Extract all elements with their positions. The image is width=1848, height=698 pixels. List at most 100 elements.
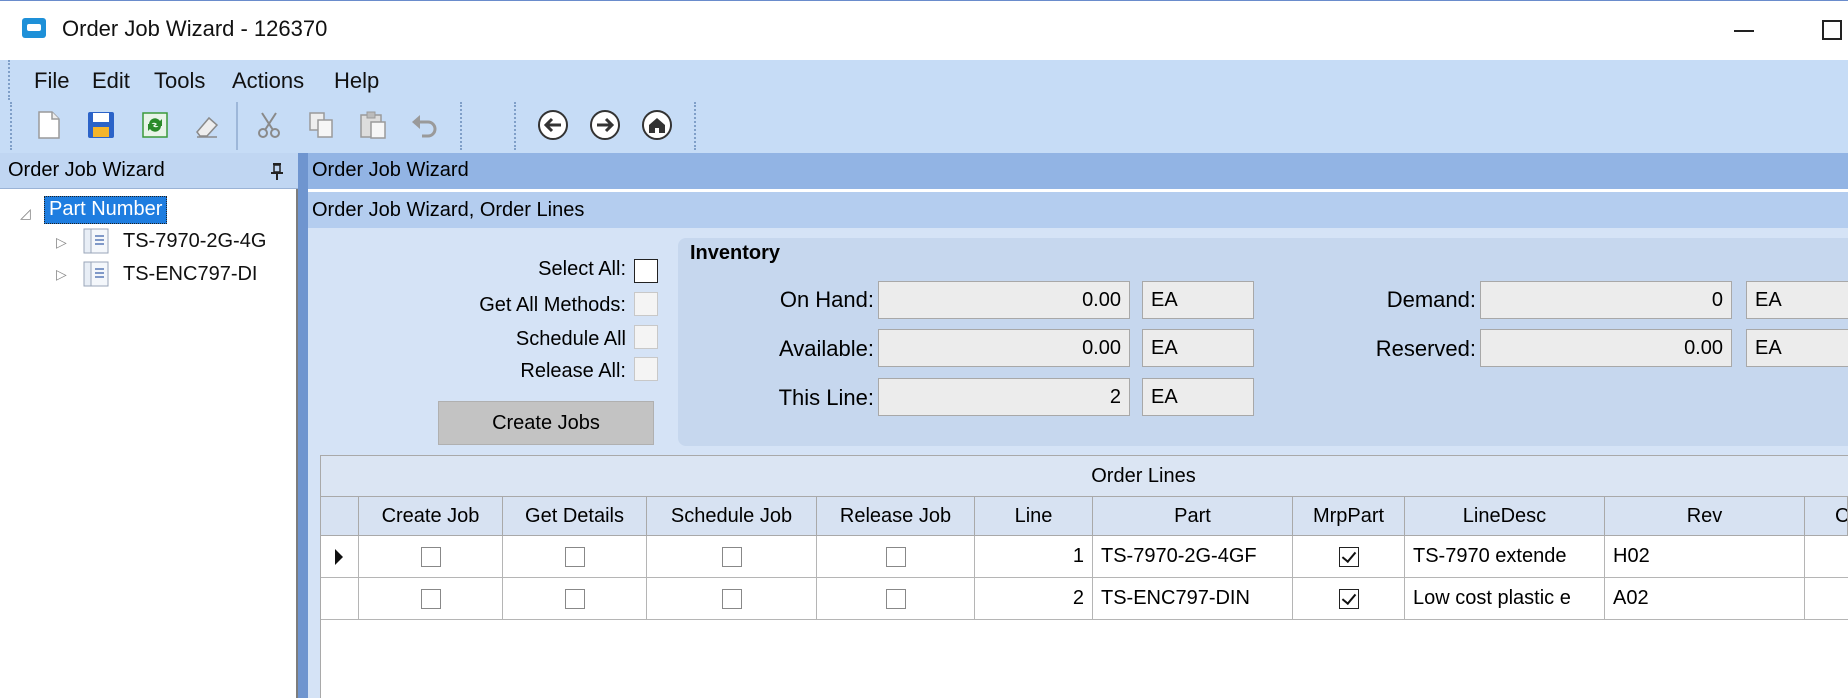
copy-icon[interactable]: [304, 108, 338, 142]
tree-node-part[interactable]: TS-ENC797-DI: [123, 263, 257, 286]
on-hand-field[interactable]: 0.00: [878, 281, 1130, 319]
menu-edit[interactable]: Edit: [92, 68, 130, 94]
column-header-schedule-job[interactable]: Schedule Job: [647, 496, 817, 536]
new-icon[interactable]: [32, 108, 66, 142]
reserved-uom-field[interactable]: EA: [1746, 329, 1848, 367]
toolbar-grip-3[interactable]: [514, 102, 518, 150]
schedule-all-checkbox[interactable]: [634, 325, 658, 349]
paste-icon[interactable]: [356, 108, 390, 142]
available-label: Available:: [779, 336, 874, 361]
demand-field[interactable]: 0: [1480, 281, 1732, 319]
table-cell[interactable]: [1293, 536, 1405, 578]
schedule-job-checkbox[interactable]: [721, 546, 742, 567]
create-jobs-button[interactable]: Create Jobs: [438, 401, 654, 445]
on-hand-label: On Hand:: [779, 287, 874, 312]
tree-node-part[interactable]: TS-7970-2G-4G: [123, 230, 266, 253]
toolbar-grip[interactable]: [10, 102, 14, 150]
column-header-rev[interactable]: Rev: [1605, 496, 1805, 536]
available-uom-field[interactable]: EA: [1142, 329, 1254, 367]
minimize-button[interactable]: [1730, 14, 1760, 44]
release-job-checkbox[interactable]: [885, 588, 906, 609]
table-cell[interactable]: [359, 578, 503, 620]
release-job-checkbox[interactable]: [885, 546, 906, 567]
line-cell[interactable]: 2: [975, 578, 1093, 620]
mrppart-checkbox[interactable]: [1338, 546, 1359, 567]
column-header-create-job[interactable]: Create Job: [359, 496, 503, 536]
grid-corner-header: [321, 496, 359, 536]
select-all-checkbox[interactable]: [634, 259, 658, 283]
table-cell[interactable]: [817, 536, 975, 578]
on-hand-uom-field[interactable]: EA: [1142, 281, 1254, 319]
toolbar-grip-4[interactable]: [694, 102, 698, 150]
create-job-checkbox[interactable]: [420, 546, 441, 567]
column-header-mrppart[interactable]: MrpPart: [1293, 496, 1405, 536]
table-cell[interactable]: [1805, 536, 1848, 578]
rev-cell[interactable]: A02: [1605, 578, 1805, 620]
main-header-title: Order Job Wizard: [312, 159, 469, 181]
panel-splitter[interactable]: [298, 153, 308, 698]
tree-root-node[interactable]: Part Number: [44, 196, 168, 224]
create-job-checkbox[interactable]: [420, 588, 441, 609]
linedesc-cell[interactable]: TS-7970 extende: [1405, 536, 1605, 578]
grid-caption: Order Lines: [1091, 465, 1196, 487]
clear-icon[interactable]: [190, 108, 224, 142]
menu-help[interactable]: Help: [334, 68, 379, 94]
reserved-field[interactable]: 0.00: [1480, 329, 1732, 367]
maximize-button[interactable]: [1822, 20, 1842, 40]
get-all-methods-checkbox[interactable]: [634, 292, 658, 316]
save-icon[interactable]: [84, 108, 118, 142]
main-header-bar: [308, 153, 1848, 189]
mrppart-checkbox[interactable]: [1338, 588, 1359, 609]
release-all-checkbox[interactable]: [634, 357, 658, 381]
table-cell[interactable]: [503, 536, 647, 578]
table-cell[interactable]: [1805, 578, 1848, 620]
line-cell[interactable]: 1: [975, 536, 1093, 578]
table-cell[interactable]: [817, 578, 975, 620]
menu-tools[interactable]: Tools: [154, 68, 205, 94]
menu-actions[interactable]: Actions: [232, 68, 304, 94]
this-line-uom-field[interactable]: EA: [1142, 378, 1254, 416]
menu-file[interactable]: File: [34, 68, 69, 94]
demand-label: Demand:: [1386, 287, 1476, 312]
table-cell[interactable]: [1293, 578, 1405, 620]
column-header-release-job[interactable]: Release Job: [817, 496, 975, 536]
part-cell[interactable]: TS-7970-2G-4GF: [1093, 536, 1293, 578]
table-cell[interactable]: [647, 578, 817, 620]
part-icon: [82, 259, 112, 289]
row-selector[interactable]: [321, 578, 359, 620]
forward-icon[interactable]: [588, 108, 622, 142]
linedesc-cell[interactable]: Low cost plastic e: [1405, 578, 1605, 620]
cut-icon[interactable]: [252, 108, 286, 142]
current-row-icon: [335, 549, 343, 565]
get-details-checkbox[interactable]: [564, 546, 585, 567]
available-field[interactable]: 0.00: [878, 329, 1130, 367]
collapse-icon[interactable]: ◿: [20, 205, 31, 222]
column-header-part[interactable]: Part: [1093, 496, 1293, 536]
expand-icon[interactable]: ▷: [56, 266, 67, 283]
back-icon[interactable]: [536, 108, 570, 142]
column-header-line[interactable]: Line: [975, 496, 1093, 536]
refresh-icon[interactable]: [138, 108, 172, 142]
part-cell[interactable]: TS-ENC797-DIN: [1093, 578, 1293, 620]
column-header-linedesc[interactable]: LineDesc: [1405, 496, 1605, 536]
toolbar-grip-2[interactable]: [460, 102, 464, 150]
this-line-field[interactable]: 2: [878, 378, 1130, 416]
row-selector[interactable]: [321, 536, 359, 578]
table-cell[interactable]: [503, 578, 647, 620]
schedule-job-checkbox[interactable]: [721, 588, 742, 609]
rev-cell[interactable]: H02: [1605, 536, 1805, 578]
get-all-methods-label: Get All Methods:: [479, 294, 626, 316]
menu-grip[interactable]: [8, 60, 12, 100]
table-cell[interactable]: [359, 536, 503, 578]
window-title: Order Job Wizard - 126370: [62, 16, 328, 41]
undo-icon[interactable]: [408, 108, 442, 142]
pin-icon[interactable]: [270, 162, 284, 180]
column-header-get-details[interactable]: Get Details: [503, 496, 647, 536]
table-cell[interactable]: [647, 536, 817, 578]
demand-uom-field[interactable]: EA: [1746, 281, 1848, 319]
inventory-title: Inventory: [690, 242, 781, 264]
column-header-c[interactable]: C: [1805, 496, 1848, 536]
expand-icon[interactable]: ▷: [56, 234, 67, 251]
get-details-checkbox[interactable]: [564, 588, 585, 609]
home-icon[interactable]: [640, 108, 674, 142]
